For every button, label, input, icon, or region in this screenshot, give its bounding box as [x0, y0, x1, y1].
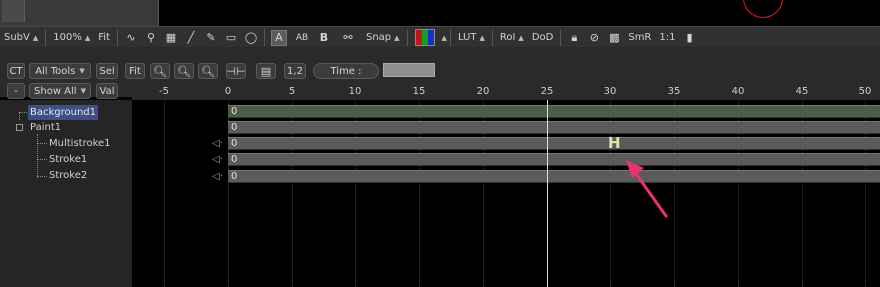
timeline-area[interactable]: 0 0 ◁· 0 ◁· 0 ◁· 0 H: [132, 100, 880, 287]
smr-button[interactable]: SmR: [624, 28, 655, 47]
toolbar-separator: [263, 29, 265, 46]
ellipse-tool-icon[interactable]: ◯: [244, 31, 258, 45]
text-outline-tool-icon[interactable]: AB: [293, 31, 311, 45]
proxy-icon[interactable]: ⊘: [587, 31, 601, 45]
tool-tree-panel: Background1 Paint1 Multistroke1 Stroke1 …: [0, 100, 133, 287]
toolbar-separator: [116, 29, 118, 46]
panel-tab[interactable]: [2, 0, 25, 22]
toolbar-separator: [560, 29, 562, 46]
ruler-tick-label: 30: [603, 86, 617, 97]
tree-item-background1[interactable]: Background1: [28, 105, 99, 120]
subview-dropdown[interactable]: SubV ▲: [0, 28, 42, 47]
zoom-out-icon[interactable]: 🔍︎: [150, 63, 170, 79]
grid-line: [164, 100, 165, 287]
tree-connector: [19, 112, 27, 113]
ruler-tick-label: 20: [476, 86, 490, 97]
level-bars-icon[interactable]: ▮: [682, 31, 696, 45]
ruler-tick-label: -5: [159, 86, 169, 97]
zoom-in-icon[interactable]: 🔍︎: [174, 63, 194, 79]
zoom-fit-icon[interactable]: 🔍︎: [198, 63, 218, 79]
track-paint1[interactable]: 0: [228, 121, 880, 134]
lock-icon[interactable]: 🔒︎: [567, 31, 581, 45]
channel-color-swatch[interactable]: [414, 29, 435, 46]
tree-connector: [19, 112, 20, 120]
track-stroke1[interactable]: 0: [228, 153, 880, 166]
wand-tool-icon[interactable]: ✎: [204, 31, 218, 45]
ruler-tick-label: 10: [348, 86, 362, 97]
text-tool-icon[interactable]: A: [270, 29, 287, 46]
tree-connector: [37, 159, 47, 160]
checker-bg-icon[interactable]: ▩: [607, 31, 621, 45]
link-arrow-icon: ◁·: [212, 138, 223, 149]
polyline-tool-icon[interactable]: ⚲: [144, 31, 158, 45]
one-to-one-button[interactable]: 1:1: [655, 28, 679, 47]
track-start-value: 0: [231, 106, 238, 117]
tree-item-paint1[interactable]: Paint1: [30, 120, 61, 135]
sel-button[interactable]: Sel: [96, 63, 118, 79]
ruler-tick-label: 35: [667, 86, 681, 97]
lut-dropdown[interactable]: LUT ▲: [454, 28, 489, 47]
zoom-dropdown[interactable]: 100% ▲: [49, 28, 94, 47]
ruler-tick-label: 5: [288, 86, 296, 97]
viewer-toolbar: SubV ▲ 100% ▲ Fit ∿ ⚲ ▦ ╱ ✎ ▭ ◯ A AB B ⚯ S…: [0, 26, 880, 49]
ruler-tick-label: 0: [224, 86, 232, 97]
val-button[interactable]: Val: [96, 83, 118, 99]
tree-connector: [37, 143, 47, 144]
fit-button[interactable]: Fit: [94, 28, 114, 47]
track-start-value: 0: [231, 171, 238, 182]
brush-tool-icon[interactable]: ╱: [184, 31, 198, 45]
time-display-button[interactable]: Time :: [313, 63, 379, 79]
time-ruler[interactable]: -5 0 5 10 15 20 25 30 35 40 45 50: [132, 84, 880, 100]
tree-connector: [37, 176, 47, 177]
dod-button[interactable]: DoD: [528, 28, 558, 47]
track-start-value: 0: [231, 122, 238, 133]
track-stroke2[interactable]: 0: [228, 170, 880, 183]
ruler-tick-label: 15: [412, 86, 426, 97]
snap-dropdown[interactable]: Snap ▲: [362, 28, 404, 47]
toolbar-separator: [449, 29, 451, 46]
checker-tool-icon[interactable]: ▦: [164, 31, 178, 45]
text-bold-tool-icon[interactable]: B: [317, 31, 331, 45]
annotation-arrow-icon: [626, 160, 668, 218]
track-multistroke1[interactable]: 0: [228, 137, 880, 150]
spreadsheet-icon[interactable]: ▤: [256, 63, 276, 79]
ruler-tick-label: 45: [795, 86, 809, 97]
link-arrow-icon: ◁·: [212, 171, 223, 182]
track-start-value: 0: [231, 154, 238, 165]
all-tools-dropdown[interactable]: All Tools ▼: [29, 63, 91, 79]
one-two-button[interactable]: 1,2: [284, 63, 306, 79]
link-arrow-icon: ◁·: [212, 154, 223, 165]
keyframe-marker[interactable]: H: [608, 134, 621, 152]
rectangle-tool-icon[interactable]: ▭: [224, 31, 238, 45]
track-start-value: 0: [231, 138, 238, 149]
ruler-tick-label: 25: [540, 86, 554, 97]
show-all-dropdown[interactable]: Show All ▼: [29, 83, 91, 99]
tree-item-stroke1[interactable]: Stroke1: [49, 152, 87, 167]
tree-item-multistroke1[interactable]: Multistroke1: [49, 136, 111, 151]
roi-dropdown[interactable]: RoI ▲: [496, 28, 528, 47]
toolbar-separator: [491, 29, 493, 46]
ruler-tick-label: 40: [731, 86, 745, 97]
ruler-tick-label: 50: [858, 86, 872, 97]
toolbar-separator: [406, 29, 408, 46]
spline-tool-icon[interactable]: ∿: [124, 31, 138, 45]
time-stretch-icon[interactable]: ⊣⊢: [226, 63, 246, 79]
expand-toggle-icon[interactable]: [16, 124, 23, 131]
snap-mode-icon[interactable]: ⚯: [337, 31, 359, 45]
channel-caret-icon[interactable]: ▲: [442, 34, 447, 42]
ct-button[interactable]: CT: [7, 63, 25, 79]
time-input[interactable]: [383, 63, 435, 77]
toolbar-separator: [45, 29, 47, 46]
fit-timeline-button[interactable]: Fit: [125, 63, 145, 79]
tree-connector: [37, 134, 38, 178]
collapse-button[interactable]: -: [7, 83, 25, 99]
playhead[interactable]: [547, 100, 548, 287]
tree-item-stroke2[interactable]: Stroke2: [49, 168, 87, 183]
track-background1[interactable]: 0: [228, 105, 880, 118]
